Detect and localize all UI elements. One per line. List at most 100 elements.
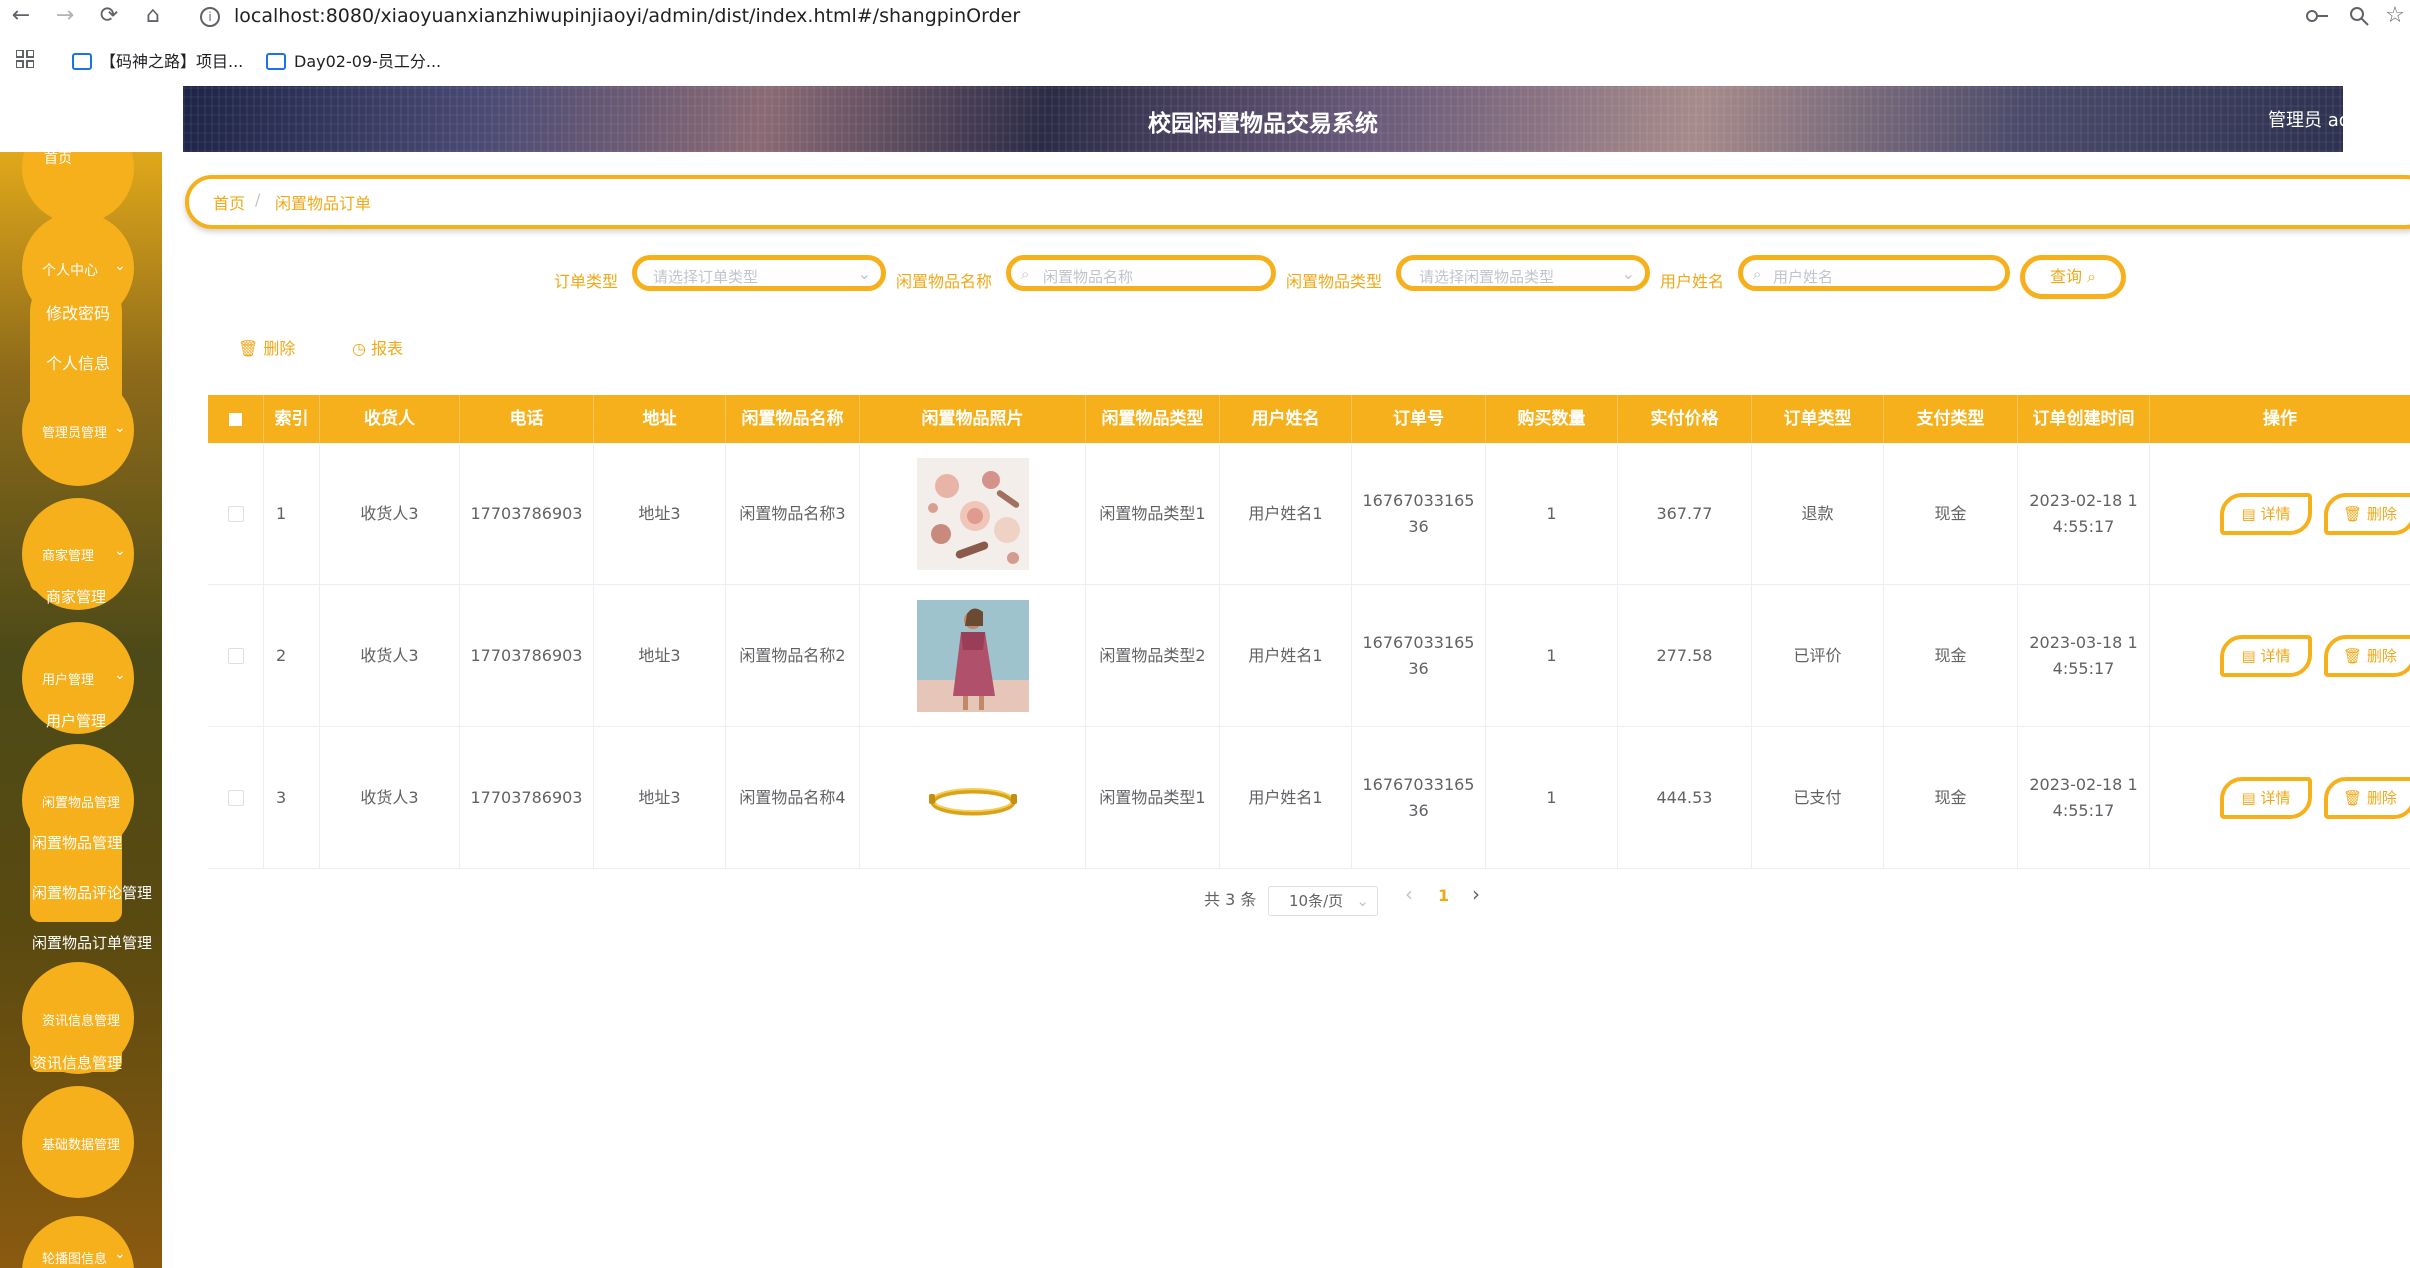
chart-icon: ◷ bbox=[352, 339, 366, 358]
row-checkbox[interactable] bbox=[227, 790, 244, 806]
trash-icon: 🗑 bbox=[2343, 505, 2363, 523]
cell-item-type: 闲置物品类型2 bbox=[1086, 585, 1220, 727]
home-icon[interactable]: ⌂ bbox=[140, 3, 166, 29]
current-user[interactable]: 管理员 ad bbox=[2268, 106, 2343, 132]
address-bar[interactable]: localhost:8080/xiaoyuanxianzhiwupinjiaoy… bbox=[234, 2, 1020, 30]
batch-delete-button[interactable]: 🗑 删除 bbox=[238, 335, 295, 359]
column-header: 闲置物品类型 bbox=[1086, 395, 1220, 443]
breadcrumb-home[interactable]: 首页 bbox=[213, 190, 245, 214]
sidebar-item-label: 资讯信息管理 bbox=[42, 1014, 121, 1029]
row-checkbox-cell[interactable] bbox=[208, 727, 264, 869]
bilibili-icon bbox=[266, 53, 286, 70]
delete-button[interactable]: 🗑 删除 bbox=[2324, 493, 2410, 535]
query-button[interactable]: 查询 ⌕ bbox=[2020, 255, 2126, 299]
cell-price: 367.77 bbox=[1618, 443, 1752, 585]
chevron-down-icon: ⌄ bbox=[1356, 892, 1369, 910]
bookmark-item[interactable]: 【码神之路】项目... bbox=[72, 48, 243, 72]
sidebar-item-label: 用户管理 bbox=[42, 673, 95, 688]
back-icon[interactable]: ← bbox=[8, 3, 34, 29]
cell-quantity: 1 bbox=[1486, 727, 1618, 869]
chevron-down-icon: ⌄ bbox=[114, 258, 126, 274]
cell-order-type: 已支付 bbox=[1752, 727, 1884, 869]
table-row: 1 收货人3 17703786903 地址3 闲置物品名称3 闲置物品类型1 用… bbox=[208, 443, 2410, 585]
pagination-total: 共 3 条 bbox=[1204, 890, 1257, 909]
sidebar-subitem-active[interactable]: 闲置物品订单管理 bbox=[32, 932, 152, 953]
cell-address: 地址3 bbox=[594, 727, 726, 869]
star-icon[interactable]: ☆ bbox=[2382, 3, 2408, 29]
sidebar-subitem[interactable]: 修改密码 bbox=[46, 300, 110, 324]
cell-pay-type: 现金 bbox=[1884, 443, 2018, 585]
column-header: 订单号 bbox=[1352, 395, 1486, 443]
apps-icon[interactable] bbox=[16, 50, 34, 68]
cell-created-time: 2023-02-18 1 4:55:17 bbox=[2018, 443, 2150, 585]
row-checkbox-cell[interactable] bbox=[208, 585, 264, 727]
user-name-input[interactable]: ⌕ 用户姓名 bbox=[1738, 255, 2010, 291]
site-info-icon[interactable]: i bbox=[200, 7, 220, 27]
column-header: 电话 bbox=[460, 395, 594, 443]
trash-icon: 🗑 bbox=[2343, 789, 2363, 807]
sidebar-subitem[interactable]: 商家管理 bbox=[46, 586, 106, 607]
cell-receiver: 收货人3 bbox=[320, 585, 460, 727]
item-name-input[interactable]: ⌕ 闲置物品名称 bbox=[1006, 255, 1276, 291]
cell-user-name: 用户姓名1 bbox=[1220, 727, 1352, 869]
forward-icon[interactable]: → bbox=[52, 3, 78, 29]
reload-icon[interactable]: ⟳ bbox=[96, 3, 122, 29]
bookmark-item[interactable]: Day02-09-员工分... bbox=[266, 48, 441, 72]
browser-toolbar: ← → ⟳ ⌂ i localhost:8080/xiaoyuanxianzhi… bbox=[0, 0, 2410, 34]
zoom-icon[interactable] bbox=[2348, 5, 2370, 27]
item-type-select[interactable]: 请选择闲置物品类型 ⌄ bbox=[1396, 255, 1650, 291]
cell-address: 地址3 bbox=[594, 585, 726, 727]
cosmetics-image[interactable] bbox=[916, 458, 1029, 570]
cell-index: 2 bbox=[264, 585, 320, 727]
cell-actions: ▤ 详情 🗑 删除 bbox=[2150, 443, 2410, 585]
bracelet-image[interactable] bbox=[916, 742, 1029, 854]
sidebar-subitem[interactable]: 闲置物品管理 bbox=[32, 832, 122, 853]
delete-button[interactable]: 🗑 删除 bbox=[2324, 635, 2410, 677]
page-size-select[interactable]: 10条/页 ⌄ bbox=[1268, 886, 1378, 916]
table-header: 索引 收货人 电话 地址 闲置物品名称 闲置物品照片 闲置物品类型 用户姓名 订… bbox=[208, 395, 2410, 443]
delete-button[interactable]: 🗑 删除 bbox=[2324, 777, 2410, 819]
cell-receiver: 收货人3 bbox=[320, 727, 460, 869]
column-header: 收货人 bbox=[320, 395, 460, 443]
sidebar-subitem[interactable]: 用户管理 bbox=[46, 710, 106, 731]
cell-actions: ▤ 详情 🗑 删除 bbox=[2150, 727, 2410, 869]
cell-user-name: 用户姓名1 bbox=[1220, 585, 1352, 727]
page-number-active[interactable]: 1 bbox=[1438, 886, 1449, 905]
sidebar-subitem[interactable]: 闲置物品评论管理 bbox=[32, 882, 152, 903]
column-header: 地址 bbox=[594, 395, 726, 443]
table-row: 3 收货人3 17703786903 地址3 闲置物品名称4 闲置物品类型1 用… bbox=[208, 727, 2410, 869]
detail-button[interactable]: ▤ 详情 bbox=[2220, 493, 2312, 535]
key-icon[interactable] bbox=[2305, 8, 2329, 24]
document-icon: ▤ bbox=[2241, 505, 2256, 523]
column-header: 订单类型 bbox=[1752, 395, 1884, 443]
header-checkbox[interactable] bbox=[208, 395, 264, 443]
sidebar-item-label: 管理员管理 bbox=[42, 426, 108, 441]
column-header: 实付价格 bbox=[1618, 395, 1752, 443]
column-header: 索引 bbox=[264, 395, 320, 443]
row-checkbox-cell[interactable] bbox=[208, 443, 264, 585]
cell-item-type: 闲置物品类型1 bbox=[1086, 443, 1220, 585]
app-header: 校园闲置物品交易系统 管理员 ad bbox=[183, 86, 2343, 152]
row-checkbox[interactable] bbox=[227, 506, 244, 522]
sidebar-subitem[interactable]: 资讯信息管理 bbox=[32, 1052, 122, 1073]
sidebar-item-label: 轮播图信息 bbox=[42, 1252, 108, 1267]
cell-pay-type: 现金 bbox=[1884, 585, 2018, 727]
cell-quantity: 1 bbox=[1486, 585, 1618, 727]
detail-button[interactable]: ▤ 详情 bbox=[2220, 777, 2312, 819]
cell-photo bbox=[860, 443, 1086, 585]
report-button[interactable]: ◷ 报表 bbox=[352, 335, 403, 359]
app-title: 校园闲置物品交易系统 bbox=[1148, 111, 1378, 137]
chevron-down-icon: ⌄ bbox=[114, 543, 126, 559]
sidebar-item-label: 首页 bbox=[44, 152, 72, 167]
cell-created-time: 2023-02-18 1 4:55:17 bbox=[2018, 727, 2150, 869]
next-page-button[interactable]: › bbox=[1472, 882, 1480, 906]
detail-button[interactable]: ▤ 详情 bbox=[2220, 635, 2312, 677]
sidebar-subitem[interactable]: 个人信息 bbox=[46, 350, 110, 374]
chevron-down-icon: ⌄ bbox=[1621, 264, 1635, 283]
document-icon: ▤ bbox=[2241, 789, 2256, 807]
prev-page-button[interactable]: ‹ bbox=[1405, 882, 1413, 906]
column-header: 支付类型 bbox=[1884, 395, 2018, 443]
row-checkbox[interactable] bbox=[227, 648, 244, 664]
order-type-select[interactable]: 请选择订单类型 ⌄ bbox=[632, 255, 886, 291]
dress-image[interactable] bbox=[916, 600, 1029, 712]
